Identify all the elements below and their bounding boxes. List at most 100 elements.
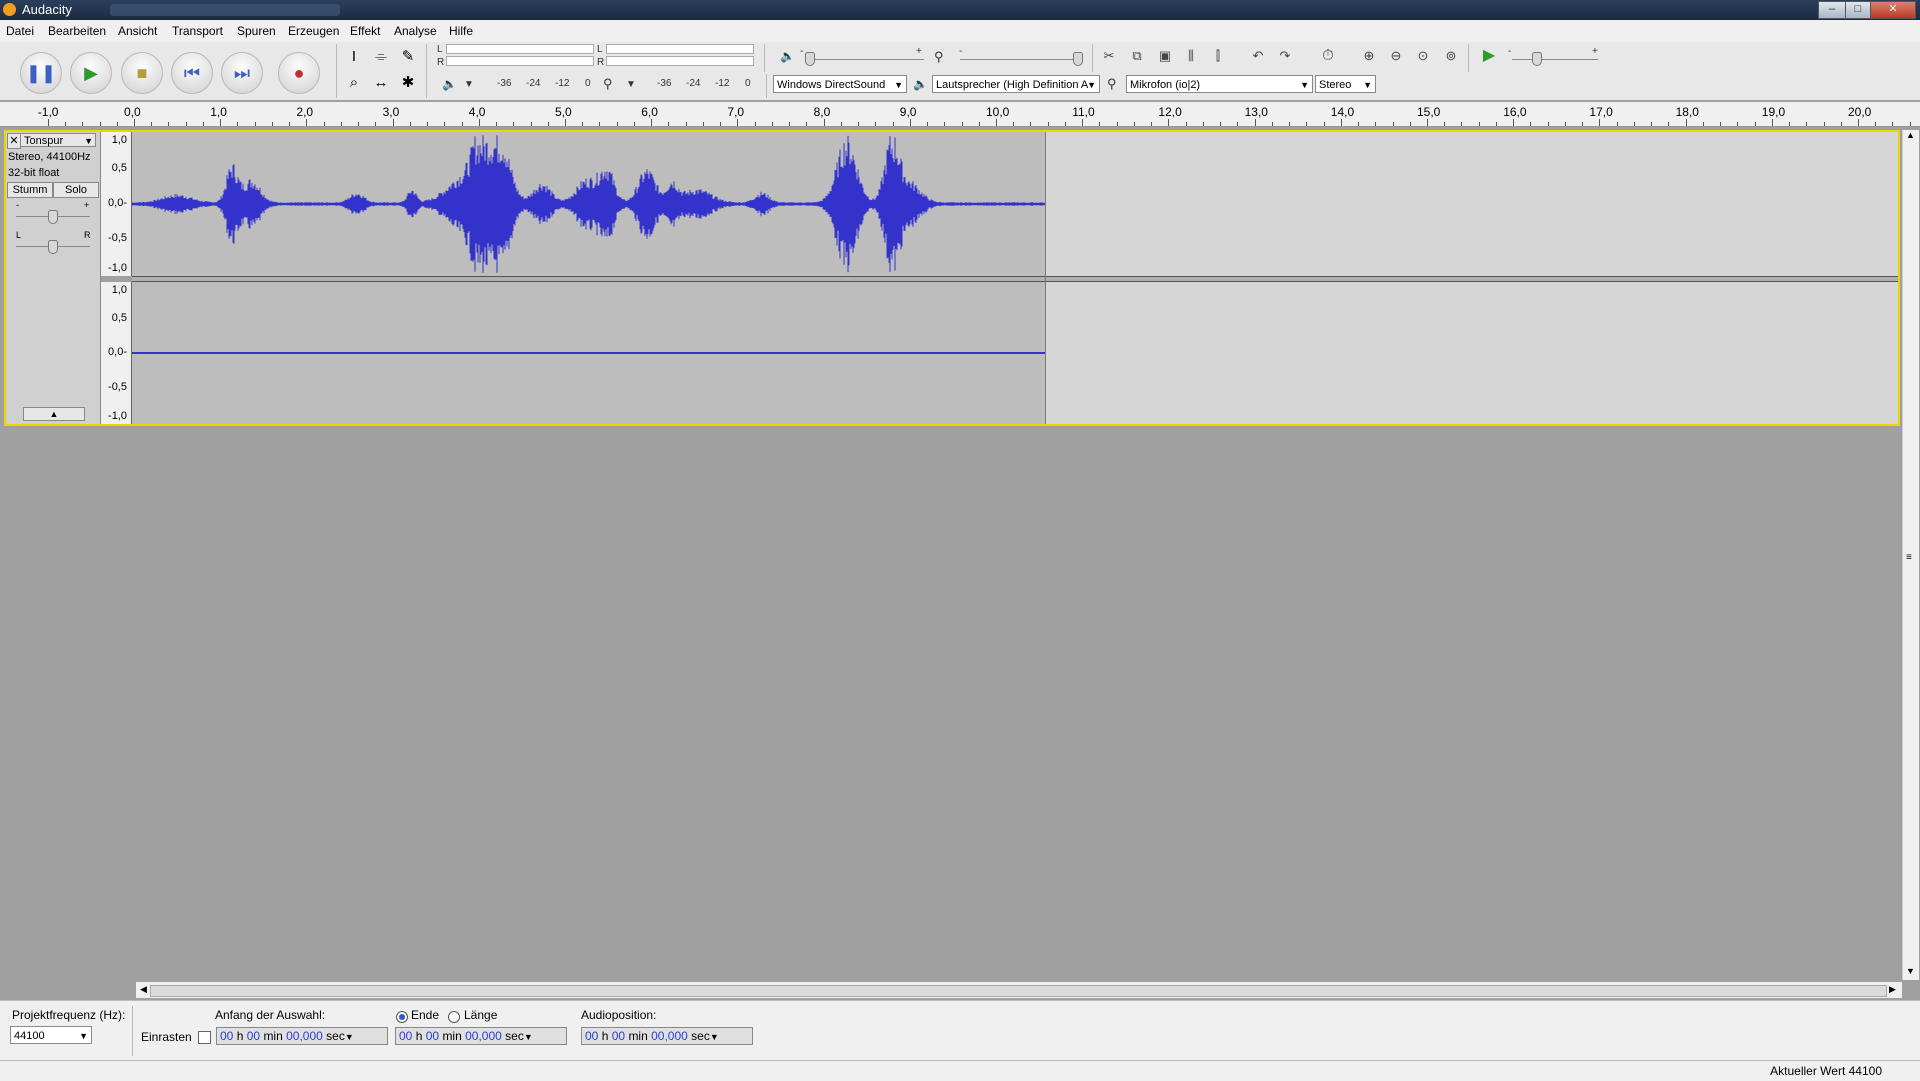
title-blurred-text <box>110 4 340 16</box>
input-device-select[interactable]: Mikrofon (io|2) ▼ <box>1126 75 1313 93</box>
pause-button[interactable]: ❚❚ <box>20 52 62 94</box>
playback-meter-right[interactable] <box>446 56 594 66</box>
ruler-tick <box>1754 122 1756 126</box>
stop-button[interactable]: ■ <box>121 52 163 94</box>
chevron-down-icon[interactable]: ▼ <box>345 1032 354 1042</box>
selection-tool-icon[interactable]: I <box>343 46 365 68</box>
snap-label: Einrasten <box>141 1030 192 1044</box>
multi-tool-icon[interactable]: ✱ <box>397 72 419 94</box>
gain-thumb[interactable] <box>48 210 58 224</box>
menu-datei[interactable]: Datei <box>6 24 34 38</box>
record-meter-left[interactable] <box>606 44 754 54</box>
scroll-grip-icon[interactable]: ≡ <box>1906 552 1912 563</box>
snap-checkbox[interactable] <box>198 1031 211 1044</box>
audio-host-select[interactable]: Windows DirectSound ▼ <box>773 75 907 93</box>
maximize-button[interactable]: □ <box>1845 1 1871 19</box>
output-volume-slider[interactable] <box>806 59 924 60</box>
trim-icon[interactable]: ⫼ <box>1180 45 1202 67</box>
play-icon: ▶ <box>84 63 98 83</box>
menu-spuren[interactable]: Spuren <box>237 24 276 38</box>
cut-icon[interactable]: ✂ <box>1098 45 1120 67</box>
menu-analyse[interactable]: Analyse <box>394 24 437 38</box>
ruler-label: 11,0 <box>1072 105 1095 119</box>
sync-lock-icon[interactable]: ⏱ <box>1317 45 1339 67</box>
draw-tool-icon[interactable]: ✎ <box>397 46 419 68</box>
skip-start-button[interactable]: ⏮ <box>171 52 213 94</box>
menu-effekt[interactable]: Effekt <box>350 24 380 38</box>
playback-meter-left[interactable] <box>446 44 594 54</box>
unit-min: min <box>628 1029 648 1043</box>
ruler-tick <box>1461 122 1463 126</box>
ruler-tick <box>1513 119 1515 126</box>
selection-start-time[interactable]: 00 h 00 min 00,000 sec▼ <box>216 1027 388 1045</box>
record-button[interactable]: ● <box>278 52 320 94</box>
scroll-right-icon[interactable]: ▶ <box>1889 984 1896 995</box>
silence-icon[interactable]: ⫿ <box>1207 45 1229 67</box>
vertical-scrollbar[interactable]: ▲ ≡ ▼ <box>1902 130 1919 980</box>
record-meter-menu-chevron-down-icon[interactable]: ▼ <box>626 79 636 90</box>
menu-transport[interactable]: Transport <box>172 24 223 38</box>
audio-position-label: Audioposition: <box>581 1008 657 1022</box>
horizontal-scroll-thumb[interactable] <box>150 985 1887 997</box>
output-device-select[interactable]: Lautsprecher (High Definition A ▼ <box>932 75 1100 93</box>
copy-icon[interactable]: ⧉ <box>1126 45 1148 67</box>
project-rate-select[interactable]: 44100 ▼ <box>10 1026 92 1044</box>
track-name-menu[interactable]: Tonspur ▼ <box>20 133 96 147</box>
chevron-down-icon[interactable]: ▼ <box>524 1032 533 1042</box>
output-volume-thumb[interactable] <box>805 52 815 66</box>
skip-end-button[interactable]: ⏭ <box>221 52 263 94</box>
ruler-tick <box>202 122 204 126</box>
fit-project-icon[interactable]: ⊚ <box>1440 45 1462 67</box>
mute-button[interactable]: Stumm <box>7 182 53 198</box>
selection-end-time[interactable]: 00 h 00 min 00,000 sec▼ <box>395 1027 567 1045</box>
zoom-tool-icon[interactable]: ⌕ <box>343 72 365 94</box>
scroll-up-icon[interactable]: ▲ <box>1906 130 1915 140</box>
ruler-tick <box>978 122 980 126</box>
redo-icon[interactable]: ↷ <box>1274 45 1296 67</box>
solo-button[interactable]: Solo <box>53 182 99 198</box>
play-at-speed-icon[interactable]: ▶ <box>1478 45 1500 67</box>
menu-bearbeiten[interactable]: Bearbeiten <box>48 24 106 38</box>
menu-hilfe[interactable]: Hilfe <box>449 24 473 38</box>
input-channels-select[interactable]: Stereo ▼ <box>1315 75 1376 93</box>
play-speed-slider[interactable] <box>1512 59 1598 60</box>
close-window-button[interactable]: ✕ <box>1870 1 1916 19</box>
ruler-tick <box>823 119 825 126</box>
ruler-tick <box>65 122 67 126</box>
collapse-track-button[interactable]: ▲ <box>23 407 85 421</box>
input-volume-thumb[interactable] <box>1073 52 1083 66</box>
scroll-left-icon[interactable]: ◀ <box>140 984 147 995</box>
zoom-in-icon[interactable]: ⊕ <box>1358 45 1380 67</box>
record-meter-right[interactable] <box>606 56 754 66</box>
input-volume-slider[interactable] <box>960 59 1080 60</box>
track-close-button[interactable]: ✕ <box>7 133 21 149</box>
menu-erzeugen[interactable]: Erzeugen <box>288 24 339 38</box>
fit-selection-icon[interactable]: ⊙ <box>1412 45 1434 67</box>
timeline-ruler[interactable]: -1,0 0,0 1,0 2,0 3,0 4,0 5,0 6,0 7,0 8,0 9,0 10,0 11… <box>0 102 1920 127</box>
skip-start-icon: ⏮ <box>183 63 201 83</box>
channel-1-empty-area[interactable] <box>1045 132 1898 276</box>
menu-ansicht[interactable]: Ansicht <box>118 24 157 38</box>
scroll-down-icon[interactable]: ▼ <box>1906 966 1915 976</box>
channel-2-empty-area[interactable] <box>1045 282 1898 424</box>
unit-min: min <box>263 1029 283 1043</box>
end-radio[interactable] <box>396 1011 408 1023</box>
pan-thumb[interactable] <box>48 240 58 254</box>
ruler-tick <box>875 122 877 126</box>
play-speed-thumb[interactable] <box>1532 52 1542 66</box>
ruler-label: 12,0 <box>1158 105 1182 119</box>
timeshift-tool-icon[interactable]: ↔ <box>370 72 392 94</box>
audio-host-value: Windows DirectSound <box>777 79 886 91</box>
undo-icon[interactable]: ↶ <box>1247 45 1269 67</box>
chevron-down-icon[interactable]: ▼ <box>710 1032 719 1042</box>
ruler-tick <box>720 122 722 126</box>
zoom-out-icon[interactable]: ⊖ <box>1385 45 1407 67</box>
paste-icon[interactable]: ▣ <box>1154 45 1176 67</box>
length-radio[interactable] <box>448 1011 460 1023</box>
ruler-tick <box>1685 119 1687 126</box>
playback-meter-menu-chevron-down-icon[interactable]: ▼ <box>464 79 474 90</box>
envelope-tool-icon[interactable]: ⌯ <box>370 46 392 68</box>
audio-position-time[interactable]: 00 h 00 min 00,000 sec▼ <box>581 1027 753 1045</box>
play-button[interactable]: ▶ <box>70 52 112 94</box>
minimize-button[interactable]: – <box>1818 1 1846 19</box>
